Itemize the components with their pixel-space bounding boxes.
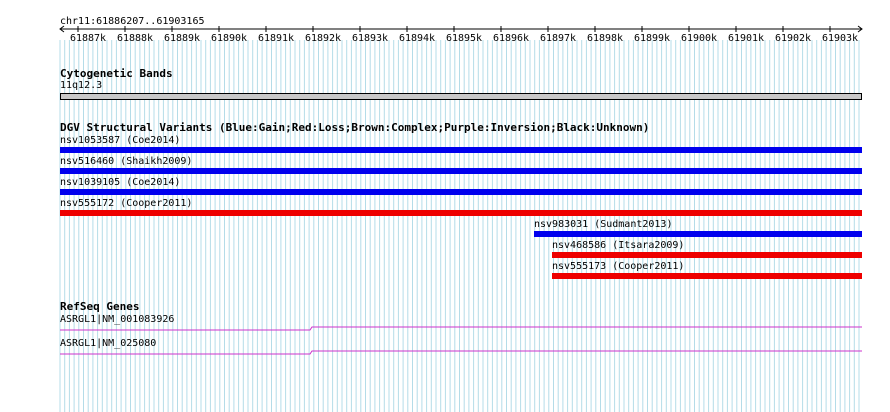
variant-feature-bar[interactable]	[60, 168, 862, 174]
variant-label: nsv516460 (Shaikh2009)	[60, 156, 193, 167]
ruler-tick-label: 61889k	[163, 33, 201, 44]
variant-label: nsv555173 (Cooper2011)	[552, 261, 685, 272]
ruler-tick-label: 61897k	[539, 33, 577, 44]
variant-feature-bar[interactable]	[534, 231, 862, 237]
variant-feature-bar[interactable]	[552, 273, 862, 279]
ruler-tick-label: 61902k	[774, 33, 812, 44]
variant-feature-bar[interactable]	[60, 189, 862, 195]
ruler-tick-label: 61903k	[821, 33, 859, 44]
gene-model-nm-001083926[interactable]	[0, 322, 890, 336]
variant-feature-bar[interactable]	[60, 147, 862, 153]
variant-feature-bar[interactable]	[60, 210, 862, 216]
ruler-tick-label: 61900k	[680, 33, 718, 44]
ruler-tick-label: 61901k	[727, 33, 765, 44]
variant-label: nsv1039105 (Coe2014)	[60, 177, 181, 188]
ruler-tick-label: 61888k	[116, 33, 154, 44]
refseq-track-title: RefSeq Genes	[60, 300, 140, 313]
cytoband-bar[interactable]	[60, 93, 862, 100]
ruler-tick-label: 61899k	[633, 33, 671, 44]
variant-label: nsv468586 (Itsara2009)	[552, 240, 685, 251]
variant-label: nsv983031 (Sudmant2013)	[534, 219, 673, 230]
ruler-tick-label: 61887k	[69, 33, 107, 44]
gene-model-nm-025080[interactable]	[0, 346, 890, 360]
variant-feature-bar[interactable]	[552, 252, 862, 258]
ruler-tick-label: 61892k	[304, 33, 342, 44]
ruler-tick-label: 61894k	[398, 33, 436, 44]
ruler-tick-label: 61896k	[492, 33, 530, 44]
ruler-tick-label: 61898k	[586, 33, 624, 44]
ruler-tick-label: 61893k	[351, 33, 389, 44]
ruler-tick-label: 61891k	[257, 33, 295, 44]
cytoband-track-title: Cytogenetic Bands	[60, 67, 173, 80]
dgv-track-title: DGV Structural Variants (Blue:Gain;Red:L…	[60, 121, 650, 134]
cytoband-label: 11q12.3	[60, 80, 103, 91]
ruler-tick-label: 61895k	[445, 33, 483, 44]
ruler-tick-label: 61890k	[210, 33, 248, 44]
variant-label: nsv555172 (Cooper2011)	[60, 198, 193, 209]
variant-label: nsv1053587 (Coe2014)	[60, 135, 181, 146]
